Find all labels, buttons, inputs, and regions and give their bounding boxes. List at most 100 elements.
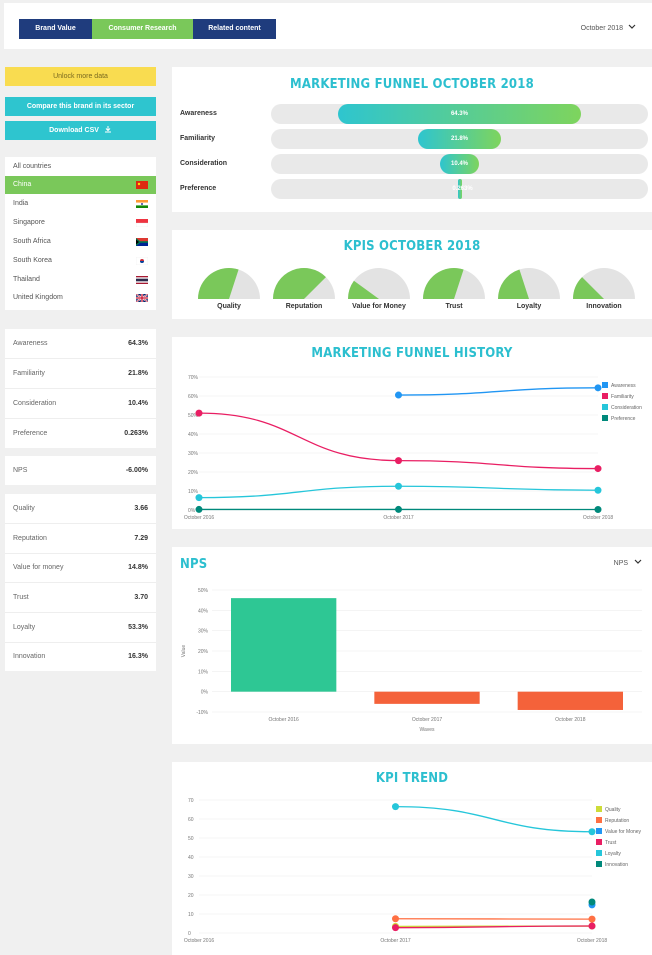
nps-card: NPS NPS -10% 0% 10% 20% 30% 40% 50% October 201… bbox=[172, 547, 652, 744]
date-select[interactable]: October 2018 bbox=[581, 19, 636, 39]
metric-label: Innovation bbox=[13, 653, 46, 660]
unlock-more-data-button[interactable]: Unlock more data bbox=[5, 67, 156, 86]
metric-row-nps: NPS -6.00% bbox=[5, 456, 156, 485]
data-point[interactable] bbox=[594, 506, 602, 514]
gauge-trust bbox=[423, 268, 485, 299]
legend-label[interactable]: Innovation bbox=[605, 862, 628, 868]
marketing-funnel-title: MARKETING FUNNEL OCTOBER 2018 bbox=[290, 77, 534, 92]
metric-row-familiarity: Familiarity 21.8% bbox=[5, 359, 156, 389]
country-united-kingdom[interactable]: United Kingdom bbox=[5, 289, 156, 307]
y-tick-label: 60% bbox=[188, 394, 199, 400]
country-name: India bbox=[13, 200, 29, 207]
legend-label[interactable]: Preference bbox=[611, 416, 636, 422]
south-africa-flag-icon bbox=[136, 238, 148, 246]
data-point[interactable] bbox=[588, 915, 596, 923]
metric-label: Familiarity bbox=[13, 370, 45, 377]
y-tick-label: 60 bbox=[188, 817, 194, 823]
x-tick-label: October 2017 bbox=[383, 515, 414, 521]
india-flag-icon bbox=[136, 200, 148, 208]
gauge-reputation bbox=[273, 268, 335, 299]
country-china[interactable]: China bbox=[5, 176, 156, 194]
tab-related-content[interactable]: Related content bbox=[193, 19, 276, 39]
download-icon bbox=[104, 126, 111, 133]
country-name: All countries bbox=[13, 163, 52, 170]
series-line-awareness bbox=[398, 387, 599, 396]
x-tick-label: October 2017 bbox=[380, 938, 411, 944]
kpi-trend-card: KPI TREND 0 10 20 30 40 50 60 70 October 2016 Oct… bbox=[172, 762, 652, 955]
legend-swatch bbox=[596, 828, 602, 834]
country-all[interactable]: All countries bbox=[5, 158, 156, 176]
legend-label[interactable]: Value for Money bbox=[605, 829, 642, 835]
metric-row-consideration: Consideration 10.4% bbox=[5, 389, 156, 419]
tab-brand-value[interactable]: Brand Value bbox=[19, 19, 92, 39]
country-south-africa[interactable]: South Africa bbox=[5, 233, 156, 251]
x-tick-label: October 2017 bbox=[412, 717, 443, 723]
metric-label: Preference bbox=[13, 430, 48, 437]
y-axis-title: Value bbox=[181, 645, 187, 658]
y-tick-label: 50 bbox=[188, 836, 194, 842]
x-axis-title: Waves bbox=[419, 727, 435, 733]
nps-select[interactable]: NPS bbox=[614, 559, 642, 567]
legend-swatch bbox=[596, 850, 602, 856]
thailand-flag-icon bbox=[136, 276, 148, 284]
gauge-label: Value for Money bbox=[352, 303, 406, 310]
country-thailand[interactable]: Thailand bbox=[5, 271, 156, 289]
data-point[interactable] bbox=[395, 391, 402, 399]
y-tick-label: 0% bbox=[188, 508, 196, 514]
data-point[interactable] bbox=[588, 922, 596, 930]
legend-swatch bbox=[602, 382, 608, 388]
nps-select-value: NPS bbox=[613, 560, 629, 567]
china-flag-icon bbox=[136, 181, 148, 189]
y-tick-label: 10 bbox=[188, 912, 194, 918]
metric-row-quality: Quality 3.66 bbox=[5, 494, 156, 524]
country-name: United Kingdom bbox=[13, 294, 63, 301]
y-tick-label: 20% bbox=[188, 470, 199, 476]
data-point[interactable] bbox=[594, 465, 602, 473]
legend-label[interactable]: Familiarity bbox=[611, 394, 634, 400]
legend-label[interactable]: Trust bbox=[605, 840, 617, 846]
country-name: China bbox=[13, 181, 32, 188]
chevron-down-icon bbox=[634, 559, 642, 564]
data-point[interactable] bbox=[395, 505, 402, 513]
data-point[interactable] bbox=[195, 494, 203, 502]
legend-label[interactable]: Consideration bbox=[611, 405, 642, 411]
nps-bar[interactable] bbox=[517, 691, 623, 710]
data-point[interactable] bbox=[195, 409, 203, 417]
metric-value: 53.3% bbox=[128, 624, 148, 631]
data-point[interactable] bbox=[392, 915, 399, 923]
data-point[interactable] bbox=[588, 828, 596, 836]
data-point[interactable] bbox=[392, 924, 399, 932]
country-singapore[interactable]: Singapore bbox=[5, 214, 156, 232]
metric-label: Reputation bbox=[13, 535, 47, 542]
legend-swatch bbox=[596, 817, 602, 823]
funnel-bar: 0.263% bbox=[452, 179, 473, 199]
data-point[interactable] bbox=[395, 482, 402, 490]
data-point[interactable] bbox=[588, 898, 596, 906]
singapore-flag-icon bbox=[136, 219, 148, 227]
nps-bar[interactable] bbox=[231, 598, 337, 692]
country-name: South Africa bbox=[13, 238, 51, 245]
y-tick-label: -10% bbox=[196, 710, 208, 716]
tab-consumer-research[interactable]: Consumer Research bbox=[92, 19, 193, 39]
download-csv-button[interactable]: Download CSV bbox=[5, 121, 156, 140]
funnel-history-title: MARKETING FUNNEL HISTORY bbox=[311, 346, 513, 361]
metric-row-reputation: Reputation 7.29 bbox=[5, 524, 156, 554]
data-point[interactable] bbox=[392, 803, 399, 811]
country-india[interactable]: India bbox=[5, 195, 156, 213]
legend-swatch bbox=[602, 404, 608, 410]
legend-label[interactable]: Loyalty bbox=[605, 851, 621, 857]
nps-bar[interactable] bbox=[374, 691, 480, 704]
data-point[interactable] bbox=[594, 384, 602, 392]
data-point[interactable] bbox=[594, 486, 602, 494]
legend-label[interactable]: Quality bbox=[605, 807, 621, 813]
country-south-korea[interactable]: South Korea bbox=[5, 252, 156, 270]
data-point[interactable] bbox=[395, 457, 402, 465]
legend-label[interactable]: Reputation bbox=[605, 818, 629, 824]
legend-swatch bbox=[596, 806, 602, 812]
data-point[interactable] bbox=[195, 505, 203, 513]
compare-brand-button[interactable]: Compare this brand in its sector bbox=[5, 97, 156, 116]
metric-label: Awareness bbox=[13, 340, 48, 347]
legend-label[interactable]: Awareness bbox=[611, 383, 636, 389]
metric-row-value-for-money: Value for money 14.8% bbox=[5, 553, 156, 583]
y-tick-label: 10% bbox=[198, 669, 209, 675]
